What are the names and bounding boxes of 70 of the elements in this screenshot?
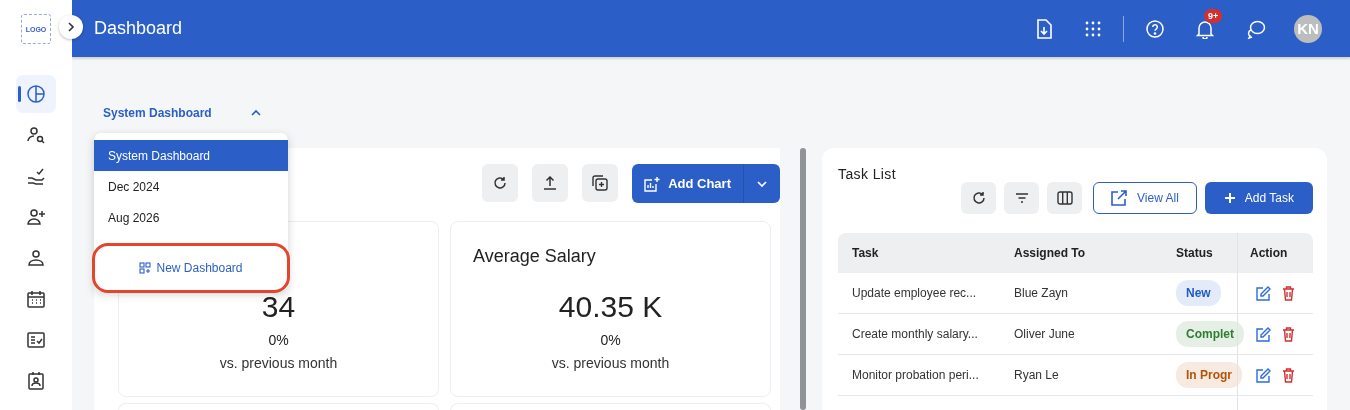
delete-icon[interactable] (1282, 326, 1295, 342)
contact-card-icon (26, 371, 46, 391)
person-add-icon (26, 207, 46, 227)
columns-icon (1056, 191, 1073, 205)
new-dashboard-button[interactable]: New Dashboard (92, 243, 290, 293)
stat-value: 40.35 K (558, 290, 663, 324)
notification-badge: 9+ (1204, 8, 1223, 23)
upload-icon (543, 176, 558, 190)
table-cell-text: Monitor probation peri... (851, 367, 980, 384)
grid-plus-icon (139, 262, 152, 274)
apps-grid-icon[interactable] (1085, 20, 1101, 37)
dropdown-option[interactable]: Dec 2024 (94, 171, 288, 202)
upload-button[interactable] (532, 164, 569, 202)
refresh-button[interactable] (961, 182, 997, 214)
calendar-icon (26, 289, 46, 309)
change-percent: 0% (268, 332, 289, 348)
status-tag: In Progr (1176, 362, 1242, 388)
edit-icon[interactable] (1256, 285, 1271, 301)
columns-button[interactable] (1047, 182, 1083, 214)
table-cell-text: Blue Zayn (1013, 285, 1070, 302)
table-cell-text: Oliver June (1013, 326, 1076, 343)
column-header: Status (1175, 245, 1214, 262)
external-link-icon (1111, 190, 1128, 206)
person-icon (26, 248, 46, 268)
sidebar-item[interactable] (16, 75, 56, 113)
chevron-down-icon (756, 179, 768, 188)
card-title: Average Salary (473, 246, 596, 266)
dropdown-option[interactable]: System Dashboard (94, 140, 288, 171)
table-cell-text: Create monthly salary... (851, 326, 979, 343)
help-icon[interactable] (1146, 19, 1164, 38)
status-tag: Complet (1176, 321, 1244, 347)
column-header: Assigned To (1013, 245, 1087, 262)
table-cell-text: Update employee rec... (851, 285, 978, 302)
delete-icon[interactable] (1282, 285, 1295, 301)
notification-bell-icon[interactable] (1196, 18, 1214, 39)
plus-icon (1223, 192, 1236, 204)
expand-sidebar-button[interactable] (59, 15, 83, 39)
delete-icon[interactable] (1282, 367, 1295, 383)
refresh-button[interactable] (482, 164, 519, 202)
status-tag: New (1176, 280, 1221, 306)
dashboard-selector[interactable]: System Dashboard (94, 100, 262, 126)
filter-button[interactable] (1004, 182, 1040, 214)
refresh-icon (971, 191, 986, 205)
page-title: Dashboard (94, 18, 183, 39)
view-all-button[interactable]: View All (1093, 182, 1197, 214)
duplicate-button[interactable] (582, 164, 619, 202)
file-download-icon[interactable] (1035, 18, 1053, 39)
edit-icon[interactable] (1256, 326, 1271, 342)
change-percent: 0% (600, 332, 621, 348)
filter-icon (1014, 192, 1029, 204)
chat-bubbles-icon[interactable] (1246, 18, 1266, 39)
edit-icon[interactable] (1256, 367, 1271, 383)
checklist-icon (26, 330, 46, 350)
person-search-icon (26, 125, 46, 145)
chart-plus-icon (644, 175, 661, 192)
column-header: Action (1237, 233, 1313, 273)
chevron-right-icon (65, 21, 77, 33)
hand-check-icon (26, 166, 46, 186)
add-task-button[interactable]: Add Task (1204, 182, 1313, 214)
table-cell-text: Ryan Le (1013, 367, 1060, 384)
refresh-icon (493, 176, 508, 190)
comparison-caption: vs. previous month (551, 355, 670, 371)
dropdown-option[interactable]: Aug 2026 (94, 202, 288, 233)
column-header: Task (851, 245, 880, 262)
comparison-caption: vs. previous month (219, 355, 338, 371)
panel-title: Task List (838, 165, 898, 182)
scrollbar[interactable] (800, 148, 806, 410)
stat-value: 34 (261, 290, 296, 324)
copy-plus-icon (592, 175, 609, 191)
pie-chart-icon (26, 84, 46, 104)
